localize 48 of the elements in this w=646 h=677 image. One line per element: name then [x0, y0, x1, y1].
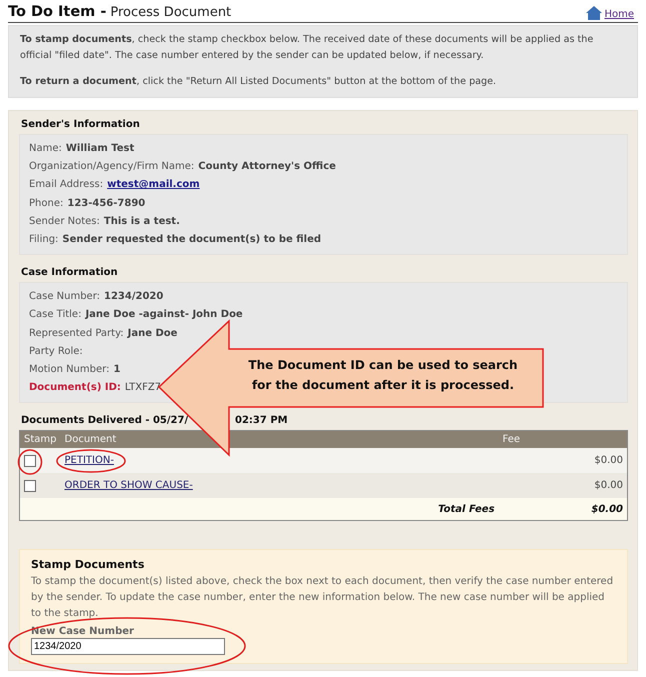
page-title: To Do Item -	[8, 4, 106, 20]
section-heading: Case Information	[21, 267, 119, 278]
section-heading: Stamp Documents	[31, 558, 146, 572]
column-header: Fee	[498, 430, 628, 448]
total-label: Total Fees	[60, 498, 499, 521]
field-value: This is a test.	[104, 214, 180, 229]
section-heading: Sender's Information	[21, 119, 141, 130]
section-heading: 02:37 PM	[235, 415, 288, 426]
field-value: LTXFZ7	[124, 381, 162, 396]
instruction-text: To return a document, click the "Return All Listed Documents" button at the bottom of the page.	[20, 75, 498, 89]
fee-cell: $0.00	[498, 473, 628, 498]
highlight-ellipse	[56, 449, 126, 474]
field-value: 1234/2020	[104, 290, 164, 304]
field-value: Jane Doe	[128, 326, 178, 341]
field-label: Document(s) ID:	[29, 381, 121, 396]
stamp-instructions: To stamp the document(s) listed above, check the box next to each document, then verify the case number entered by the sender. To update the case number, enter the new information below. The new case number will be applied to the stamp.	[31, 575, 614, 622]
page-subtitle: Process Document	[110, 5, 232, 20]
field-label: Motion Number:	[29, 363, 110, 378]
house-icon	[586, 6, 602, 20]
field-label: Party Role:	[29, 344, 83, 359]
field-label: Name:	[29, 142, 62, 156]
field-value: William Test	[66, 142, 134, 156]
field-value: Sender requested the document(s) to be filed	[62, 233, 322, 248]
field-label: Organization/Agency/Firm Name:	[29, 160, 194, 174]
field-label: Represented Party:	[29, 326, 124, 341]
field-label: Phone:	[29, 196, 64, 211]
instruction-text: To stamp documents, check the stamp checkbox below. The received date of these documents will be applied as the official "filed date". The case number entered by the sender can be updated below, if necessary.	[20, 33, 594, 63]
column-header: Stamp	[20, 430, 60, 448]
field-label: Case Title:	[29, 308, 82, 322]
total-value: $0.00	[498, 498, 628, 521]
field-value: County Attorney's Office	[198, 160, 336, 174]
fee-cell: $0.00	[498, 448, 628, 474]
field-value: Jane Doe -against- John Doe	[85, 308, 243, 322]
field-label: Sender Notes:	[29, 214, 100, 229]
field-label: Filing:	[29, 233, 58, 248]
column-header: Document	[60, 430, 499, 448]
callout-text: The Document ID can be used to search for the document after it is processed.	[247, 357, 519, 394]
stamp-checkbox[interactable]	[24, 454, 36, 467]
field-label: Email Address:	[29, 178, 104, 192]
stamp-checkbox[interactable]	[24, 480, 36, 492]
email-link[interactable]: wtest@mail.com	[107, 176, 200, 195]
section-heading: Documents Delivered - 05/27/	[21, 415, 190, 426]
field-label: Case Number:	[29, 290, 100, 304]
field-value: 123-456-7890	[67, 196, 146, 211]
document-link[interactable]: ORDER TO SHOW CAUSE-	[64, 480, 193, 492]
field-value: 1	[113, 363, 120, 378]
home-link[interactable]: Home	[586, 6, 634, 20]
case-number-field[interactable]: 1234/2020	[31, 638, 225, 656]
